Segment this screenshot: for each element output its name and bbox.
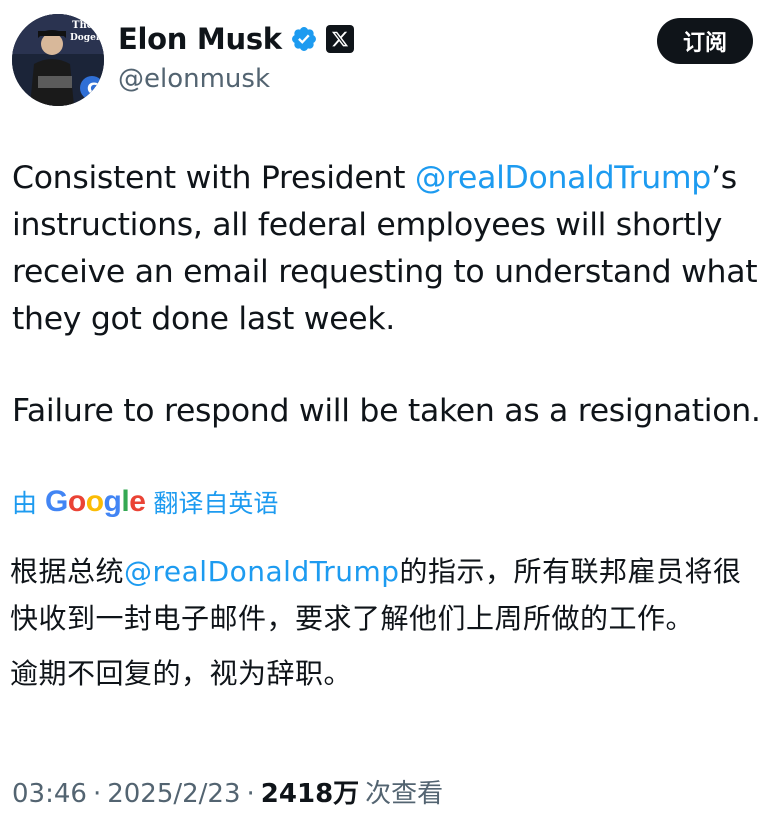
svg-text:Dogefa: Dogefa — [70, 33, 104, 43]
author-handle[interactable]: @elonmusk — [118, 64, 270, 94]
google-logo: Google — [45, 485, 146, 518]
verified-badge-icon — [290, 25, 318, 53]
translated-mention-link[interactable]: @realDonaldTrump — [124, 555, 400, 588]
translation-suffix: 翻译自英语 — [153, 489, 279, 518]
translation-attribution[interactable]: 由 Google 翻译自英语 — [12, 484, 278, 520]
post-text: Consistent with President @realDonaldTru… — [12, 155, 774, 435]
post-meta: 03:46 · 2025/2/23 · 2418万 次查看 — [12, 773, 443, 810]
translated-text: 根据总统@realDonaldTrump的指示，所有联邦雇员将很快收到一封电子邮… — [10, 548, 750, 697]
views-count[interactable]: 2418万 — [261, 773, 359, 810]
mention-link[interactable]: @realDonaldTrump — [415, 160, 711, 196]
meta-separator: · — [92, 779, 102, 809]
translated-paragraph-2: 逾期不回复的，视为辞职。 — [10, 657, 353, 690]
meta-separator: · — [246, 779, 255, 809]
translation-prefix: 由 — [12, 489, 38, 518]
views-label: 次查看 — [365, 779, 444, 809]
svg-text:C: C — [87, 79, 99, 98]
post-card: C The Dogefa Elon Musk @elonmusk 订阅 Cons… — [0, 0, 781, 817]
avatar-image: C The Dogefa — [12, 14, 104, 106]
avatar[interactable]: C The Dogefa — [12, 14, 104, 106]
post-paragraph-2: Failure to respond will be taken as a re… — [12, 393, 761, 429]
post-time[interactable]: 03:46 — [12, 779, 87, 809]
author-name[interactable]: Elon Musk — [118, 22, 282, 56]
translated-text-segment: 根据总统 — [10, 555, 125, 588]
translated-paragraph-1: 根据总统@realDonaldTrump的指示，所有联邦雇员将很快收到一封电子邮… — [10, 548, 750, 642]
author-name-row: Elon Musk — [118, 22, 354, 56]
post-paragraph-1: Consistent with President @realDonaldTru… — [12, 155, 774, 343]
post-text-segment: Consistent with President — [12, 160, 415, 196]
x-logo-icon — [325, 25, 354, 53]
svg-text:The: The — [72, 20, 93, 31]
subscribe-button[interactable]: 订阅 — [657, 18, 753, 64]
post-date[interactable]: 2025/2/23 — [107, 779, 240, 809]
